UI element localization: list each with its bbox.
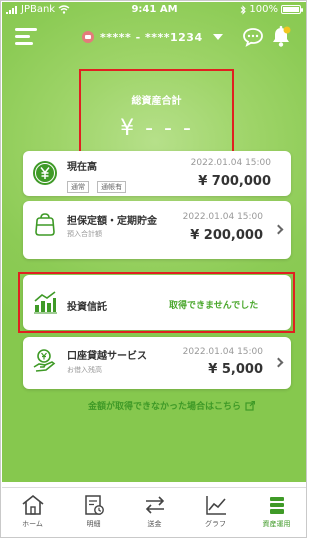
nav-label: 送金 [147, 520, 162, 528]
card-date: 2022.01.04 15:00 [190, 158, 271, 168]
nav-label: 明細 [86, 520, 101, 528]
chevron-right-icon [273, 357, 284, 368]
chat-icon[interactable] [242, 27, 264, 47]
status-bar: JPBank 9:41 AM 100% [2, 2, 306, 18]
transfer-icon [145, 496, 164, 514]
hero-background: JPBank 9:41 AM 100% ***** - ****1234 総資産… [2, 2, 306, 482]
bag-icon [35, 213, 55, 236]
battery-icon [281, 5, 303, 14]
statement-icon [84, 495, 104, 515]
assets-icon [269, 497, 284, 514]
account-icon [82, 31, 94, 43]
card-subtitle: 預入合計額 [67, 230, 102, 238]
nav-graph[interactable]: グラフ [185, 488, 246, 537]
nav-label: 資産運用 [262, 520, 291, 528]
fixed-deposit-card[interactable]: 担保定額・定期貯金 預入合計額 2022.01.04 15:00 ¥ 200,0… [23, 201, 291, 259]
chevron-down-icon [212, 34, 223, 40]
nav-label: ホーム [22, 520, 43, 528]
battery-percent: 100% [249, 4, 278, 15]
card-amount: ¥ 5,000 [208, 362, 263, 377]
total-assets-panel: 総資産合計 ¥ - - - [79, 69, 234, 156]
nav-home[interactable]: ホーム [2, 488, 63, 537]
help-link[interactable]: 金額が取得できなかった場合はこちら [88, 399, 256, 412]
card-title: 口座貸越サービス [67, 351, 147, 362]
app-frame: JPBank 9:41 AM 100% ***** - ****1234 総資産… [0, 0, 307, 538]
bottom-navigation: ホーム 明細 送金 グラフ 資産運用 [2, 487, 306, 537]
graph-icon [205, 496, 226, 515]
top-navigation: ***** - ****1234 [2, 22, 306, 52]
card-amount: ¥ 700,000 [198, 174, 271, 189]
account-tags: 通常 通帳有 [67, 174, 129, 193]
card-amount: ¥ 200,000 [190, 228, 263, 243]
bell-icon[interactable] [270, 25, 292, 49]
card-title: 担保定額・定期貯金 [67, 216, 157, 227]
chevron-right-icon [273, 224, 284, 235]
tag-ordinary: 通常 [67, 181, 89, 193]
total-assets-value: ¥ - - - [120, 116, 193, 141]
card-date: 2022.01.04 15:00 [182, 212, 263, 222]
help-link-text: 金額が取得できなかった場合はこちら [88, 402, 242, 412]
yen-coin-icon [33, 161, 57, 185]
card-title: 現在高 [67, 162, 97, 173]
balance-card[interactable]: 現在高 通常 通帳有 2022.01.04 15:00 ¥ 700,000 [23, 151, 291, 196]
nav-statement[interactable]: 明細 [63, 488, 124, 537]
external-link-icon [245, 400, 256, 411]
account-number: ***** - ****1234 [100, 30, 203, 44]
nav-assets[interactable]: 資産運用 [246, 488, 306, 537]
account-selector[interactable]: ***** - ****1234 [82, 29, 223, 45]
hamburger-menu-icon[interactable] [15, 28, 37, 46]
highlight-frame [18, 272, 295, 333]
bluetooth-icon [241, 4, 247, 15]
tag-passbook: 通帳有 [97, 181, 127, 193]
card-subtitle: お借入残高 [67, 366, 102, 374]
nav-label: グラフ [205, 520, 226, 528]
home-icon [22, 494, 43, 515]
hand-coin-icon [33, 349, 56, 372]
nav-transfer[interactable]: 送金 [124, 488, 185, 537]
total-assets-label: 総資産合計 [131, 96, 182, 107]
card-date: 2022.01.04 15:00 [182, 347, 263, 357]
overdraft-card[interactable]: 口座貸越サービス お借入残高 2022.01.04 15:00 ¥ 5,000 [23, 337, 291, 389]
